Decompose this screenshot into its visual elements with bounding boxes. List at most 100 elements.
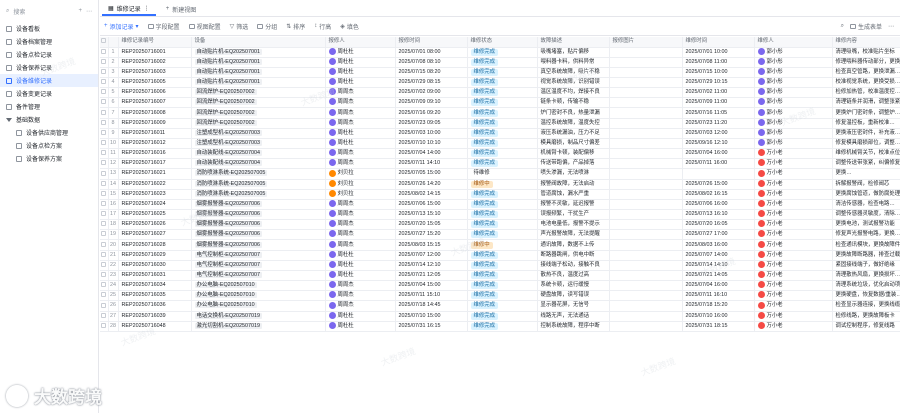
repair-image-cell[interactable] bbox=[609, 311, 683, 322]
equipment-cell[interactable]: 电气控制柜-EQ202507007 bbox=[191, 260, 326, 271]
repair-content-cell[interactable]: 紧固接线端子，做好绝缘 bbox=[832, 260, 900, 271]
report-time-cell[interactable]: 2025/07/10 10:10 bbox=[395, 138, 468, 150]
fault-description-cell[interactable]: 液压系统漏油，压力不足 bbox=[537, 128, 610, 139]
table-row[interactable]: 28 REP20250716048 激光切割机-EQ202507019 周杜杜 2025… bbox=[100, 321, 900, 332]
repair-content-cell[interactable]: 更换炉门密封条，调整炉… bbox=[832, 107, 900, 119]
field-config-button[interactable]: 字段配置 bbox=[147, 22, 180, 31]
repair-image-cell[interactable] bbox=[609, 158, 683, 170]
report-time-cell[interactable]: 2025/07/09 09:10 bbox=[395, 97, 468, 109]
repair-image-cell[interactable] bbox=[609, 321, 683, 332]
reporter-cell[interactable]: 周周杰 bbox=[325, 148, 396, 160]
equipment-link[interactable]: 电气控制柜-EQ202507007 bbox=[194, 261, 263, 268]
status-cell[interactable]: 维修完成 bbox=[467, 107, 538, 119]
equipment-link[interactable]: 注塑成型机-EQ202507003 bbox=[194, 129, 263, 136]
repair-time-cell[interactable]: 2025/07/29 10:15 bbox=[682, 77, 755, 89]
reporter-cell[interactable]: 刘贝拉 bbox=[325, 168, 396, 180]
record-id-cell[interactable]: REP20250716024 bbox=[118, 199, 192, 211]
repair-content-cell[interactable]: 更换… bbox=[832, 168, 900, 180]
record-id-cell[interactable]: REP20250716022 bbox=[118, 179, 192, 190]
report-time-cell[interactable]: 2025/07/05 15:00 bbox=[395, 168, 468, 180]
fault-description-cell[interactable]: 接线端子松动，接触不良 bbox=[537, 260, 610, 271]
reporter-cell[interactable]: 刘贝拉 bbox=[325, 189, 396, 200]
status-cell[interactable]: 维修完成 bbox=[467, 158, 538, 170]
fault-description-cell[interactable]: 线路无声，无法通话 bbox=[537, 311, 610, 322]
status-cell[interactable]: 维修完成 bbox=[467, 189, 538, 200]
repair-time-cell[interactable]: 2025/07/09 11:00 bbox=[682, 97, 755, 109]
repairer-cell[interactable]: 郭小彤 bbox=[754, 47, 833, 58]
fault-description-cell[interactable]: 散热不良，温度过高 bbox=[537, 270, 610, 282]
row-checkbox[interactable] bbox=[100, 57, 109, 68]
select-all-checkbox[interactable] bbox=[100, 37, 109, 48]
column-header[interactable]: 报修人 bbox=[325, 37, 396, 48]
record-id-cell[interactable]: REP20250716011 bbox=[118, 128, 192, 139]
repair-content-cell[interactable]: 调整传感器灵敏度，清除… bbox=[832, 209, 900, 221]
reporter-cell[interactable]: 周杜杜 bbox=[325, 77, 396, 89]
table-row[interactable]: 23 REP20250716031 电气控制柜-EQ202507007 周杜杜 2025… bbox=[100, 270, 900, 282]
table-row[interactable]: 18 REP20250716026 烟雾报警器-EQ202507006 周周杰 2025… bbox=[100, 219, 900, 231]
record-id-cell[interactable]: REP20250716036 bbox=[118, 300, 192, 312]
sidebar-search[interactable]: ⌕ 搜索 + ⋯ bbox=[0, 0, 98, 22]
report-time-cell[interactable]: 2025/07/10 15:00 bbox=[395, 311, 468, 322]
reporter-cell[interactable]: 周杜杜 bbox=[325, 270, 396, 282]
repair-time-cell[interactable] bbox=[682, 168, 755, 180]
repairer-cell[interactable]: 郭小彤 bbox=[754, 87, 833, 99]
row-checkbox[interactable] bbox=[100, 300, 109, 312]
row-checkbox[interactable] bbox=[100, 209, 109, 221]
repair-content-cell[interactable]: 校准视觉系统，更换受损… bbox=[832, 77, 900, 89]
repair-content-cell[interactable]: 拆解报警阀，检修阀芯 bbox=[832, 179, 900, 190]
sidebar-item[interactable]: 设备点检记录 bbox=[0, 48, 98, 61]
report-time-cell[interactable]: 2025/07/11 15:10 bbox=[395, 290, 468, 302]
table-row[interactable]: 6 REP20250716007 回流焊炉-EQ202507002 周周杰 2025/0… bbox=[100, 97, 900, 109]
status-cell[interactable]: 维修完成 bbox=[467, 138, 538, 150]
reporter-cell[interactable]: 周杜杜 bbox=[325, 128, 396, 139]
record-id-cell[interactable]: REP20250716031 bbox=[118, 270, 192, 282]
record-id-cell[interactable]: REP20250716003 bbox=[118, 67, 192, 78]
tab-new-view[interactable]: + 新建视图 bbox=[160, 2, 203, 16]
report-time-cell[interactable]: 2025/07/11 14:10 bbox=[395, 158, 468, 170]
repair-content-cell[interactable]: 更换腐蚀管道，做防腐处理 bbox=[832, 189, 900, 200]
repairer-cell[interactable]: 郭小彤 bbox=[754, 128, 833, 139]
equipment-link[interactable]: 回流焊炉-EQ202507002 bbox=[194, 109, 257, 116]
row-checkbox[interactable] bbox=[100, 47, 109, 58]
record-id-cell[interactable]: REP20250716016 bbox=[118, 148, 192, 160]
equipment-cell[interactable]: 烟雾报警器-EQ202507006 bbox=[191, 239, 326, 251]
status-cell[interactable]: 待维修 bbox=[467, 168, 538, 180]
row-checkbox[interactable] bbox=[100, 77, 109, 89]
table-row[interactable]: 24 REP20250716034 办公电脑-EQ202507010 周周杰 2025/… bbox=[100, 280, 900, 292]
fault-description-cell[interactable]: 显示器花屏，无信号 bbox=[537, 300, 610, 312]
equipment-cell[interactable]: 办公电脑-EQ202507010 bbox=[191, 290, 326, 302]
fault-description-cell[interactable]: 系统卡顿，运行缓慢 bbox=[537, 280, 610, 292]
repair-image-cell[interactable] bbox=[609, 97, 683, 109]
report-time-cell[interactable]: 2025/07/01 08:00 bbox=[395, 47, 468, 58]
record-id-cell[interactable]: REP20250716021 bbox=[118, 168, 192, 180]
table-row[interactable]: 27 REP20250716039 电话交换机-EQ202507019 周杜杜 2025… bbox=[100, 311, 900, 322]
table-row[interactable]: 22 REP20250716030 电气控制柜-EQ202507007 周杜杜 2025… bbox=[100, 260, 900, 271]
fault-description-cell[interactable]: 硬盘故障，读写错误 bbox=[537, 290, 610, 302]
repair-image-cell[interactable] bbox=[609, 118, 683, 129]
group-button[interactable]: 分组 bbox=[257, 22, 277, 31]
report-time-cell[interactable]: 2025/07/27 15:20 bbox=[395, 229, 468, 241]
repairer-cell[interactable]: 万小老 bbox=[754, 229, 833, 241]
reporter-cell[interactable]: 周周杰 bbox=[325, 209, 396, 221]
repairer-cell[interactable]: 万小老 bbox=[754, 199, 833, 211]
reporter-cell[interactable]: 周杜杜 bbox=[325, 311, 396, 322]
record-id-cell[interactable]: REP20250716023 bbox=[118, 189, 192, 200]
status-cell[interactable]: 维修完成 bbox=[467, 128, 538, 139]
record-id-cell[interactable]: REP20250716035 bbox=[118, 290, 192, 302]
row-checkbox[interactable] bbox=[100, 250, 109, 261]
equipment-link[interactable]: 注塑成型机-EQ202507003 bbox=[194, 139, 263, 146]
record-id-cell[interactable]: REP20250716008 bbox=[118, 107, 192, 119]
equipment-cell[interactable]: 激光切割机-EQ202507019 bbox=[191, 321, 326, 332]
fault-description-cell[interactable]: 报警不灵敏，延迟报警 bbox=[537, 199, 610, 211]
equipment-cell[interactable]: 电气控制柜-EQ202507007 bbox=[191, 270, 326, 282]
equipment-cell[interactable]: 自动贴片机-EQ202507001 bbox=[191, 47, 326, 58]
fault-description-cell[interactable]: 电池电量低，报警不提示 bbox=[537, 219, 610, 231]
report-time-cell[interactable]: 2025/07/15 08:20 bbox=[395, 67, 468, 78]
column-header[interactable]: 维修时间 bbox=[682, 37, 755, 48]
fault-description-cell[interactable]: 温控系统故障，温度失控 bbox=[537, 118, 610, 129]
status-cell[interactable]: 维修完成 bbox=[467, 300, 538, 312]
sort-button[interactable]: ⇅ 排序 bbox=[286, 22, 305, 31]
report-time-cell[interactable]: 2025/07/06 15:00 bbox=[395, 199, 468, 211]
equipment-link[interactable]: 消防喷淋系统-EQ202507005 bbox=[194, 190, 268, 197]
reporter-cell[interactable]: 周杜杜 bbox=[325, 67, 396, 78]
